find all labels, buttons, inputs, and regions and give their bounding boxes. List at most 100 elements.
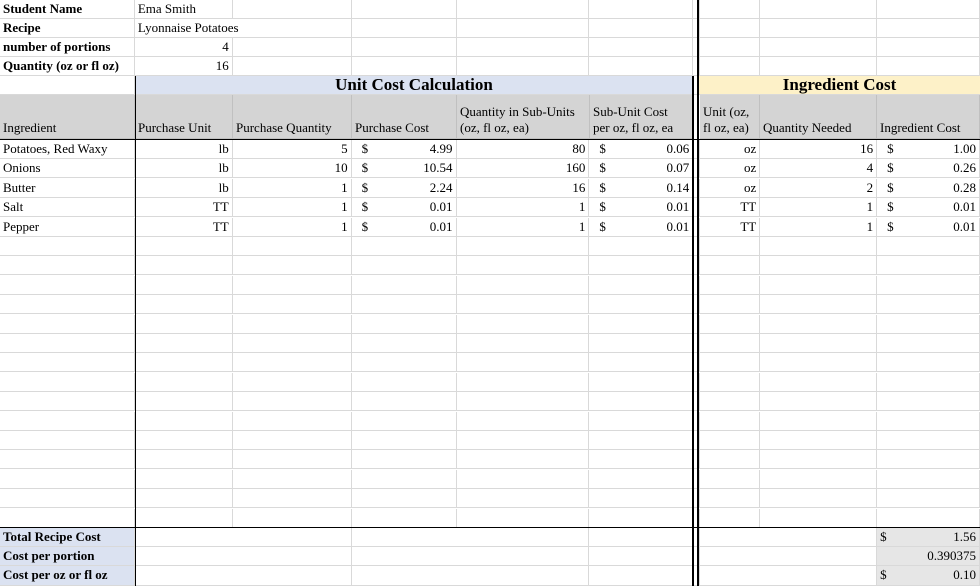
cell[interactable] [456,0,590,19]
purchase-quantity-cell[interactable] [232,489,352,508]
purchase-quantity-cell[interactable] [232,450,352,469]
cell[interactable] [351,0,457,19]
purchase-unit-cell[interactable] [134,295,233,314]
purchase-cost-cell[interactable] [351,412,457,431]
quantity-needed-cell[interactable] [760,315,878,334]
purchase-cost-cell[interactable] [351,237,457,256]
ingredient-cell[interactable] [0,450,135,469]
purchase-cost-cell[interactable] [351,392,457,411]
sub-unit-cost-cell[interactable]: $0.01 [589,218,694,237]
purchase-cost-cell[interactable]: $2.24 [351,179,457,198]
cost-per-portion-value[interactable]: 0.390375 [877,547,980,566]
cell[interactable] [232,38,352,57]
cell[interactable] [134,547,352,566]
purchase-quantity-cell[interactable] [232,295,352,314]
purchase-unit-cell[interactable]: lb [134,179,233,198]
purchase-cost-cell[interactable] [351,353,457,372]
quantity-needed-cell[interactable] [760,334,878,353]
purchase-unit-cell[interactable] [134,373,233,392]
purchase-unit-cell[interactable]: lb [134,140,233,159]
purchase-quantity-cell[interactable]: 1 [232,179,352,198]
recipe-value[interactable]: Lyonnaise Potatoes [134,19,352,38]
cell[interactable] [134,528,352,547]
ingredient-cost-cell[interactable] [877,276,980,295]
sub-unit-cost-cell[interactable] [589,489,694,508]
purchase-unit-cell[interactable] [134,509,233,528]
quantity-needed-cell[interactable]: 1 [760,198,878,217]
sub-unit-cost-cell[interactable] [589,334,694,353]
quantity-needed-cell[interactable]: 1 [760,218,878,237]
cell[interactable] [700,38,761,57]
quantity-needed-cell[interactable] [760,256,878,275]
purchase-cost-cell[interactable] [351,256,457,275]
cell[interactable] [877,0,980,19]
cell[interactable] [351,19,457,38]
cell[interactable] [700,19,761,38]
ingredient-cell[interactable]: Onions [0,159,135,178]
purchase-cost-cell[interactable]: $0.01 [351,218,457,237]
ingredient-cost-cell[interactable] [877,470,980,489]
purchase-quantity-cell[interactable] [232,334,352,353]
ingredient-cost-cell[interactable] [877,373,980,392]
cell[interactable] [589,566,694,586]
ingredient-cost-cell[interactable] [877,315,980,334]
sub-unit-cost-cell[interactable] [589,256,694,275]
purchase-quantity-cell[interactable] [232,315,352,334]
purchase-unit-cell[interactable]: lb [134,159,233,178]
purchase-cost-cell[interactable] [351,470,457,489]
ingredient-cell[interactable] [0,392,135,411]
purchase-cost-cell[interactable] [351,489,457,508]
cell[interactable] [877,19,980,38]
purchase-unit-cell[interactable] [134,392,233,411]
sub-unit-cost-cell[interactable] [589,431,694,450]
ingredient-cell[interactable] [0,237,135,256]
quantity-sub-units-cell[interactable] [456,334,590,353]
ingredient-cell[interactable]: Potatoes, Red Waxy [0,140,135,159]
purchase-cost-cell[interactable] [351,295,457,314]
purchase-unit-cell[interactable] [134,237,233,256]
ingredient-cell[interactable] [0,489,135,508]
cell[interactable] [760,19,878,38]
cell[interactable] [589,528,694,547]
purchase-quantity-cell[interactable] [232,470,352,489]
ingredient-cell[interactable] [0,315,135,334]
quantity-sub-units-cell[interactable] [456,392,590,411]
quantity-sub-units-cell[interactable] [456,373,590,392]
quantity-sub-units-cell[interactable] [456,315,590,334]
purchase-quantity-cell[interactable] [232,431,352,450]
sub-unit-cost-cell[interactable] [589,450,694,469]
sub-unit-cost-cell[interactable]: $0.07 [589,159,694,178]
sub-unit-cost-cell[interactable] [589,353,694,372]
quantity-sub-units-cell[interactable]: 1 [456,198,590,217]
unit-cell[interactable] [700,509,761,528]
purchase-unit-cell[interactable] [134,334,233,353]
purchase-unit-cell[interactable] [134,256,233,275]
cell[interactable] [760,38,878,57]
purchase-unit-cell[interactable] [134,450,233,469]
unit-cell[interactable]: TT [700,198,761,217]
ingredient-cost-cell[interactable]: $0.28 [877,179,980,198]
purchase-quantity-cell[interactable]: 1 [232,218,352,237]
unit-cell[interactable] [700,450,761,469]
sub-unit-cost-cell[interactable]: $0.14 [589,179,694,198]
unit-cell[interactable] [700,276,761,295]
cell[interactable] [232,0,352,19]
cell[interactable] [456,38,590,57]
quantity-needed-cell[interactable] [760,373,878,392]
cell[interactable] [0,76,135,95]
sub-unit-cost-cell[interactable]: $0.06 [589,140,694,159]
ingredient-cell[interactable]: Salt [0,198,135,217]
cell[interactable] [700,528,878,547]
quantity-needed-cell[interactable]: 16 [760,140,878,159]
quantity-sub-units-cell[interactable]: 160 [456,159,590,178]
sub-unit-cost-cell[interactable] [589,509,694,528]
purchase-unit-cell[interactable] [134,431,233,450]
ingredient-cell[interactable] [0,295,135,314]
unit-cell[interactable] [700,256,761,275]
ingredient-cell[interactable] [0,470,135,489]
cell[interactable] [351,38,457,57]
quantity-needed-cell[interactable] [760,237,878,256]
cell[interactable] [589,0,694,19]
quantity-sub-units-cell[interactable] [456,412,590,431]
cell[interactable] [134,566,352,586]
